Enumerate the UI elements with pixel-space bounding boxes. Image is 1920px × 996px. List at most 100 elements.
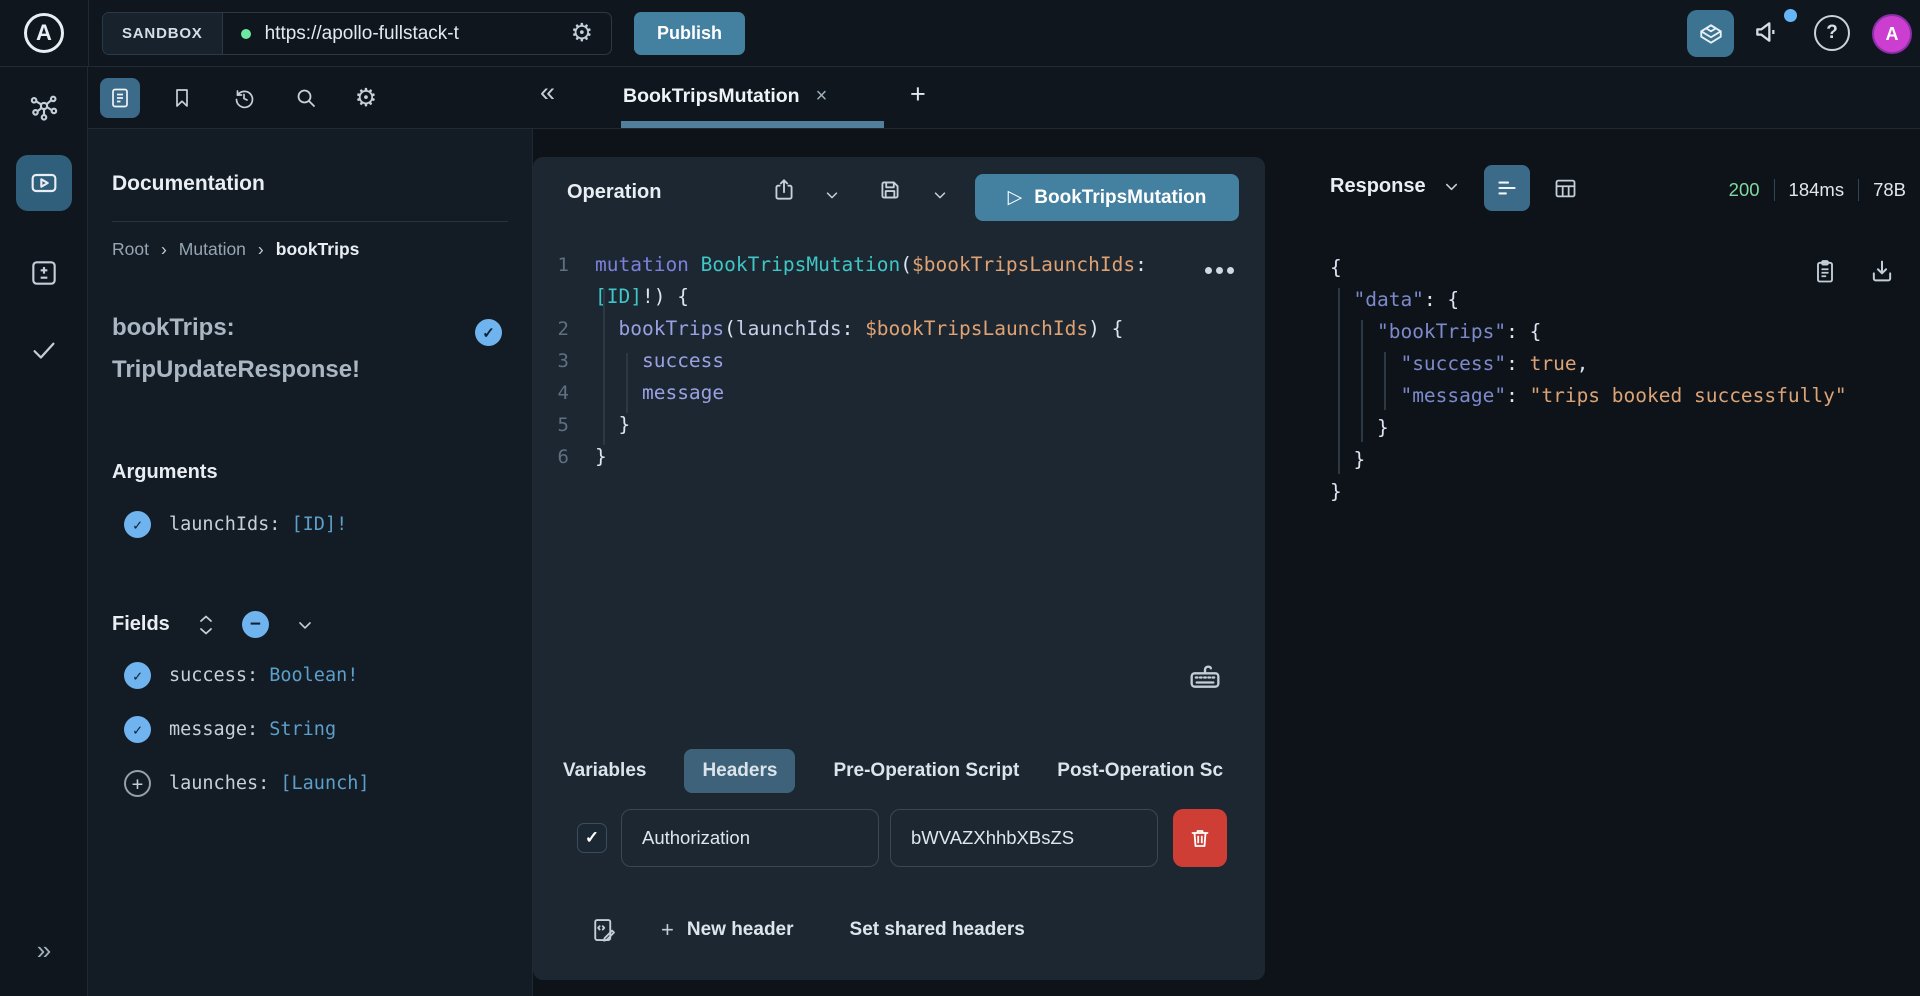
list-lines-icon <box>1494 175 1520 201</box>
indent-guide <box>1338 288 1340 474</box>
raw-view-toggle[interactable] <box>1484 165 1530 211</box>
tab-headers[interactable]: Headers <box>684 749 795 793</box>
save-operation-button[interactable] <box>877 177 903 203</box>
close-tab-icon[interactable]: × <box>816 85 828 108</box>
user-avatar[interactable]: A <box>1872 14 1912 54</box>
endpoint-url-input[interactable] <box>265 23 557 45</box>
share-operation-button[interactable] <box>771 177 797 203</box>
chevron-down-icon[interactable] <box>295 615 315 635</box>
notification-dot <box>1784 9 1797 22</box>
field-add-button[interactable]: + <box>124 770 151 797</box>
cube-icon <box>1698 21 1724 47</box>
status-code: 200 <box>1729 179 1760 201</box>
arguments-title: Arguments <box>112 461 218 484</box>
field-type: [Launch] <box>280 773 369 794</box>
argument-check[interactable]: ✓ <box>124 511 151 538</box>
history-tool-button[interactable] <box>224 78 264 118</box>
avatar-letter: A <box>1886 24 1899 45</box>
docs-divider <box>112 221 508 222</box>
run-operation-label: BookTripsMutation <box>1034 187 1206 209</box>
endpoint-bar: SANDBOX ⚙ <box>102 12 612 55</box>
field-row-success[interactable]: ✓ success: Boolean! <box>124 662 358 689</box>
indent-guide <box>626 353 628 413</box>
operation-code-editor[interactable]: 1mutation BookTripsMutation($bookTripsLa… <box>533 249 1265 473</box>
active-tab-underline <box>621 121 884 128</box>
search-tool-button[interactable] <box>286 78 326 118</box>
run-operation-button[interactable]: ▷ BookTripsMutation <box>975 174 1239 221</box>
chevron-down-icon <box>823 186 841 204</box>
sandbox-badge[interactable]: SANDBOX <box>103 13 223 54</box>
response-panel: Response 200 184ms 78B { "data": { <box>1288 157 1920 996</box>
collapse-docs-button[interactable]: « <box>540 77 555 108</box>
help-button[interactable]: ? <box>1814 15 1850 51</box>
play-icon: ▷ <box>1008 186 1023 209</box>
field-check[interactable]: ✓ <box>124 716 151 743</box>
breadcrumb: Root › Mutation › bookTrips <box>112 239 359 260</box>
operation-tab[interactable]: BookTripsMutation × <box>623 85 827 108</box>
announcements-button[interactable] <box>1752 16 1784 48</box>
deselect-all-fields-button[interactable]: − <box>242 611 269 638</box>
sort-fields-icon[interactable] <box>196 613 216 637</box>
response-status: 200 184ms 78B <box>1729 179 1906 201</box>
edit-as-text-button[interactable] <box>589 915 619 945</box>
gear-icon: ⚙ <box>355 86 377 111</box>
endpoint-status-dot <box>241 29 251 39</box>
field-type: Boolean! <box>269 665 358 686</box>
fields-header-row: Fields − <box>112 611 315 638</box>
save-options-chevron[interactable] <box>931 186 949 204</box>
topbar-divider <box>88 0 89 67</box>
set-shared-headers-button[interactable]: Set shared headers <box>850 919 1025 941</box>
edit-document-icon <box>589 915 619 945</box>
chevron-right-icon: › <box>258 239 264 260</box>
header-value-input[interactable] <box>890 809 1158 867</box>
headers-footer: + New header Set shared headers <box>589 915 1025 945</box>
new-tab-button[interactable]: + <box>910 79 926 110</box>
new-header-button[interactable]: + New header <box>661 917 794 943</box>
tab-pre-operation-script[interactable]: Pre-Operation Script <box>833 760 1019 782</box>
response-size: 78B <box>1873 179 1906 201</box>
status-divider <box>1774 179 1775 201</box>
field-selected-check[interactable]: ✓ <box>475 319 502 346</box>
field-signature-name: bookTrips: <box>112 307 462 349</box>
field-row-launches[interactable]: + launches: [Launch] <box>124 770 370 797</box>
keyboard-shortcuts-button[interactable] <box>1185 655 1225 695</box>
changelog-nav-button[interactable] <box>0 257 88 289</box>
sandbox-mode-button[interactable] <box>1687 10 1734 57</box>
indent-guide <box>603 289 605 445</box>
status-divider <box>1858 179 1859 201</box>
breadcrumb-root[interactable]: Root <box>112 239 149 260</box>
publish-button[interactable]: Publish <box>634 12 745 55</box>
question-icon: ? <box>1826 22 1838 44</box>
field-name: launches: <box>169 773 269 794</box>
field-row-message[interactable]: ✓ message: String <box>124 716 336 743</box>
explorer-nav-button[interactable] <box>16 155 72 211</box>
expand-sidebar-button[interactable]: » <box>0 935 88 966</box>
response-menu-chevron[interactable] <box>1442 177 1461 196</box>
bookmark-icon <box>170 86 194 110</box>
tab-variables[interactable]: Variables <box>563 760 646 782</box>
overflow-ellipsis-icon[interactable] <box>1205 267 1234 274</box>
documentation-tool-button[interactable] <box>100 78 140 118</box>
plus-icon: + <box>661 917 674 943</box>
argument-row[interactable]: ✓ launchIds: [ID]! <box>124 511 347 538</box>
share-options-chevron[interactable] <box>823 186 841 204</box>
endpoint-settings-gear-icon[interactable]: ⚙ <box>571 21 593 46</box>
apollo-logo-letter: A <box>36 20 52 46</box>
explorer-play-icon <box>28 167 60 199</box>
saved-operations-tool-button[interactable] <box>162 78 202 118</box>
header-key-input[interactable] <box>621 809 879 867</box>
chevron-down-icon <box>1442 177 1461 196</box>
field-check[interactable]: ✓ <box>124 662 151 689</box>
breadcrumb-type[interactable]: Mutation <box>179 239 246 260</box>
table-icon <box>1552 175 1579 202</box>
explorer-settings-button[interactable]: ⚙ <box>346 78 386 118</box>
check-icon: ✓ <box>585 828 599 848</box>
table-view-toggle[interactable] <box>1542 165 1588 211</box>
header-enabled-checkbox[interactable]: ✓ <box>577 823 607 853</box>
trash-icon <box>1188 826 1212 850</box>
minus-icon: − <box>250 614 261 636</box>
schema-graph-nav-button[interactable] <box>0 89 88 123</box>
checks-nav-button[interactable] <box>0 335 88 365</box>
delete-header-button[interactable] <box>1173 809 1227 867</box>
tab-post-operation-script[interactable]: Post-Operation Sc <box>1057 760 1223 782</box>
